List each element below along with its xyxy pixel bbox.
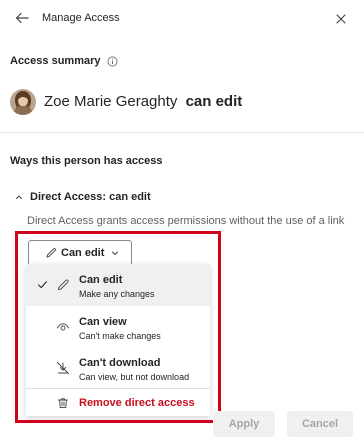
- panel-title: Manage Access: [42, 12, 120, 24]
- access-summary-label: Access summary: [10, 55, 101, 67]
- chevron-up-icon: [16, 195, 22, 199]
- arrow-left-icon: [15, 12, 29, 24]
- highlight-annotation: [15, 231, 221, 423]
- back-button[interactable]: [10, 6, 34, 30]
- person-permission: can edit: [185, 93, 243, 110]
- avatar: [10, 89, 36, 115]
- ways-heading: Ways this person has access: [10, 155, 163, 167]
- access-summary-heading: Access summary: [10, 55, 119, 67]
- direct-access-label: Direct Access: can edit: [30, 191, 151, 203]
- direct-access-toggle[interactable]: Direct Access: can edit: [14, 191, 151, 203]
- panel-header: Manage Access: [0, 0, 364, 40]
- info-icon[interactable]: [107, 55, 119, 67]
- close-icon: [336, 14, 346, 24]
- section-divider: [0, 132, 364, 133]
- apply-button[interactable]: Apply: [213, 411, 275, 437]
- close-button[interactable]: [330, 8, 352, 30]
- direct-access-description: Direct Access grants access permissions …: [27, 215, 345, 227]
- cancel-button[interactable]: Cancel: [287, 411, 353, 437]
- person-name: Zoe Marie Geraghty: [44, 93, 178, 110]
- person-access-summary: Zoe Marie Geraghty can edit: [44, 93, 242, 110]
- manage-access-panel: Manage Access Access summary Zoe Marie G: [0, 0, 364, 444]
